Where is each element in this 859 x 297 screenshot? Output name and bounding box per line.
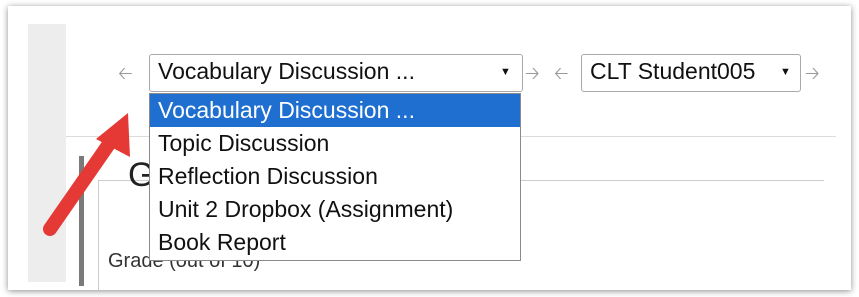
activity-dropdown-list: Vocabulary Discussion ... Topic Discussi… [149, 93, 521, 261]
next-student-button[interactable]: 🡢 [805, 64, 820, 82]
arrow-left-icon: 🡠 [118, 63, 133, 83]
arrow-right-icon: 🡢 [805, 63, 820, 83]
annotation-arrow-icon [43, 113, 130, 236]
prev-student-button[interactable]: 🡠 [554, 64, 569, 82]
dropdown-option[interactable]: Vocabulary Discussion ... [150, 94, 520, 127]
student-select-value: CLT Student005 [590, 58, 756, 84]
dropdown-option[interactable]: Unit 2 Dropbox (Assignment) [150, 193, 520, 226]
dropdown-option[interactable]: Book Report [150, 226, 520, 259]
screenshot-frame: G Grade (out of 10) 🡠 Vocabulary Discuss… [8, 6, 851, 290]
dropdown-option[interactable]: Reflection Discussion [150, 160, 520, 193]
caret-down-icon: ▼ [500, 66, 511, 78]
dropdown-option[interactable]: Topic Discussion [150, 127, 520, 160]
prev-activity-button[interactable]: 🡠 [118, 64, 133, 82]
caret-down-icon: ▼ [780, 66, 791, 78]
arrow-right-icon: 🡢 [525, 63, 540, 83]
activity-select[interactable]: Vocabulary Discussion ... ▼ [149, 54, 523, 92]
arrow-left-icon: 🡠 [554, 63, 569, 83]
next-activity-button[interactable]: 🡢 [525, 64, 540, 82]
student-select[interactable]: CLT Student005 ▼ [581, 54, 801, 92]
activity-select-value: Vocabulary Discussion ... [158, 58, 415, 84]
